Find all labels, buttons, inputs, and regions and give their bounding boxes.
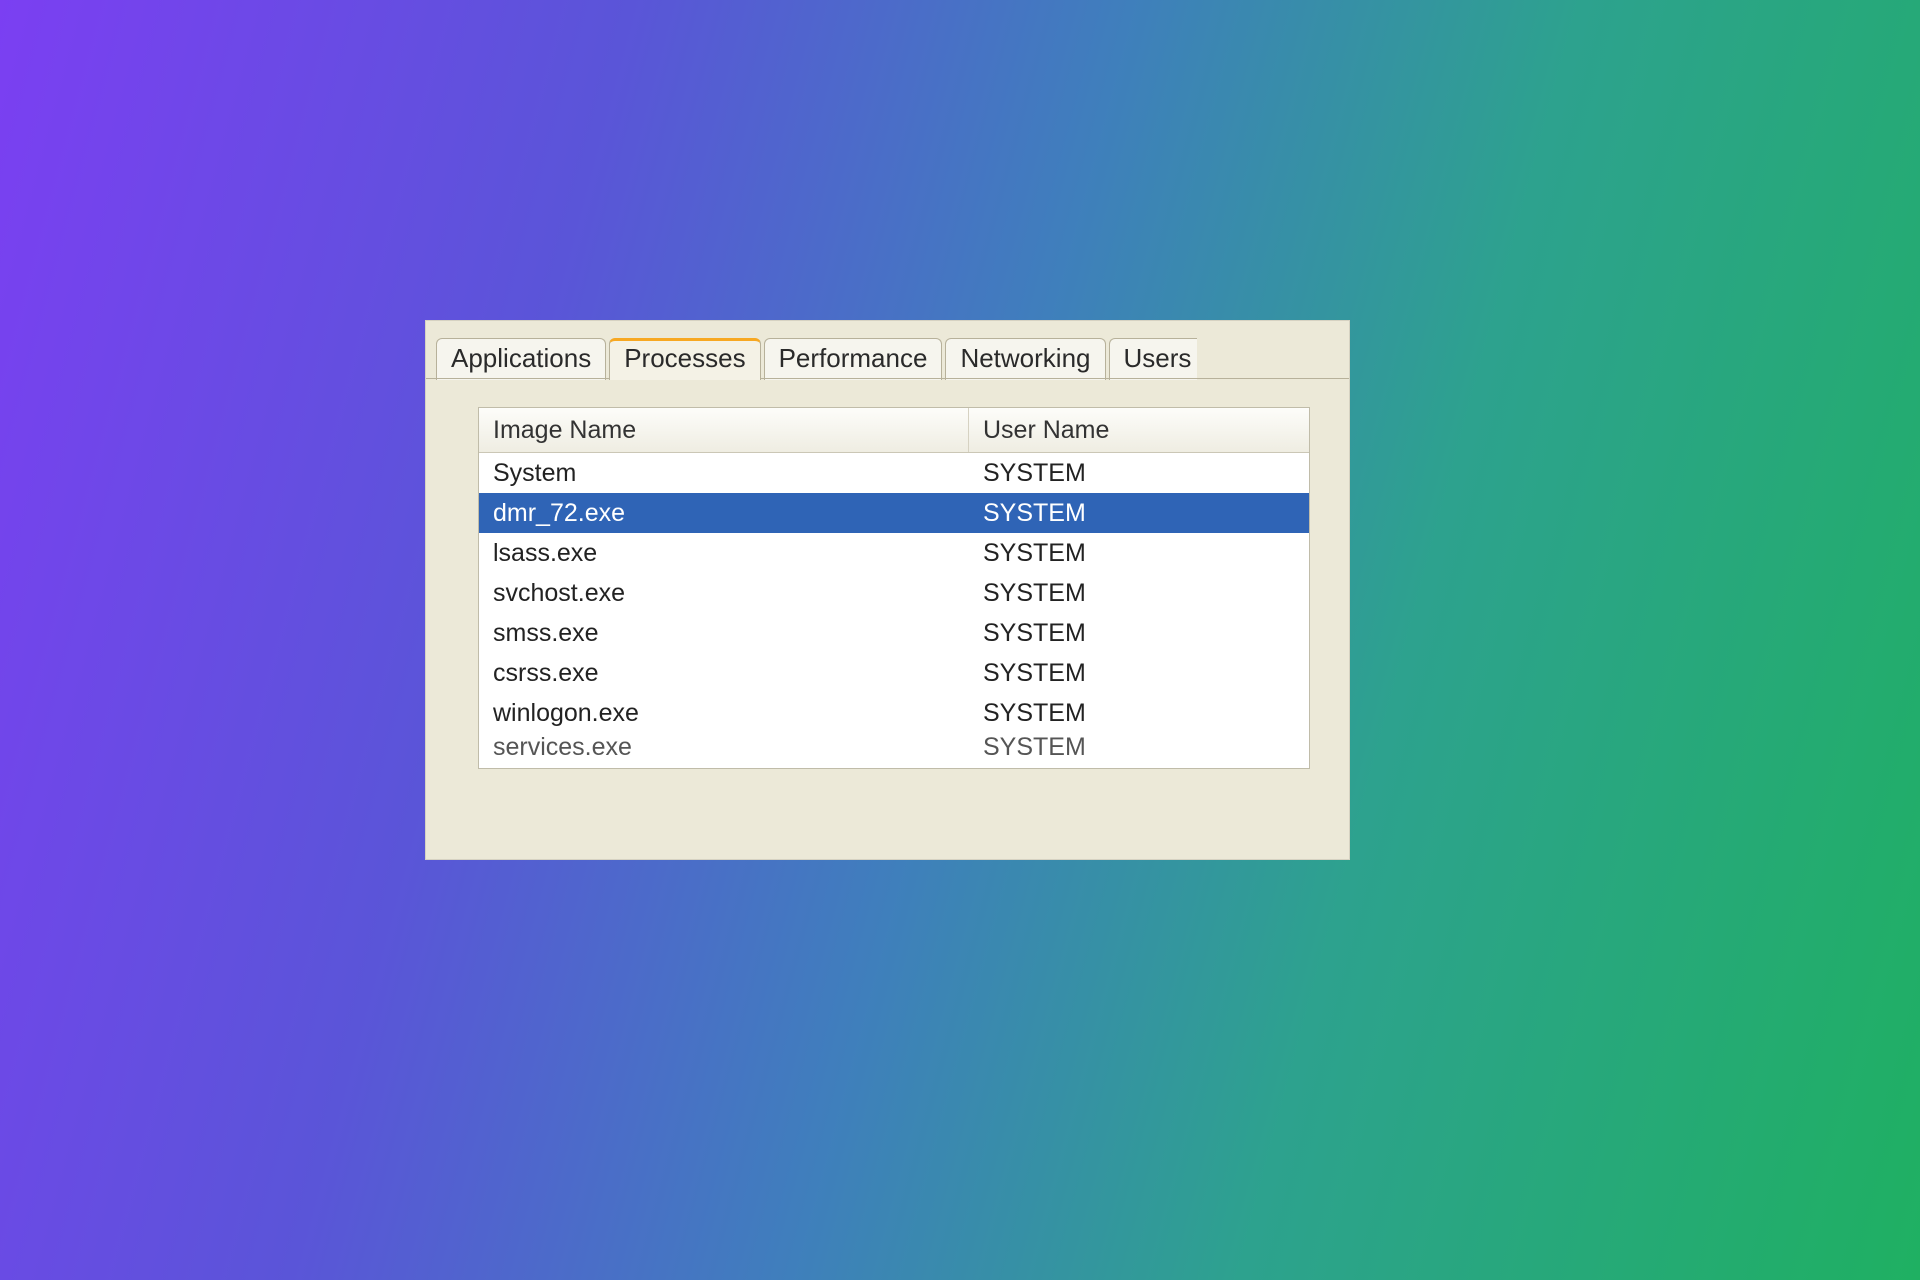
cell-image-name: services.exe bbox=[479, 733, 969, 755]
cell-user-name: SYSTEM bbox=[969, 619, 1304, 648]
cell-user-name: SYSTEM bbox=[969, 659, 1304, 688]
tab-strip: Applications Processes Performance Netwo… bbox=[426, 321, 1349, 379]
listview-rows: System SYSTEM dmr_72.exe SYSTEM lsass.ex… bbox=[479, 453, 1309, 755]
cell-user-name: SYSTEM bbox=[969, 499, 1304, 528]
table-row[interactable]: winlogon.exe SYSTEM bbox=[479, 693, 1309, 733]
tab-performance[interactable]: Performance bbox=[764, 338, 943, 380]
cell-image-name: winlogon.exe bbox=[479, 699, 969, 728]
cell-user-name: SYSTEM bbox=[969, 539, 1304, 568]
cell-image-name: smss.exe bbox=[479, 619, 969, 648]
table-row[interactable]: dmr_72.exe SYSTEM bbox=[479, 493, 1309, 533]
cell-user-name: SYSTEM bbox=[969, 733, 1304, 755]
table-row[interactable]: svchost.exe SYSTEM bbox=[479, 573, 1309, 613]
cell-image-name: lsass.exe bbox=[479, 539, 969, 568]
cell-image-name: svchost.exe bbox=[479, 579, 969, 608]
table-row[interactable]: System SYSTEM bbox=[479, 453, 1309, 493]
page-background: Applications Processes Performance Netwo… bbox=[0, 0, 1920, 1280]
table-row[interactable]: services.exe SYSTEM bbox=[479, 733, 1309, 755]
process-listview[interactable]: Image Name User Name System SYSTEM dmr_7… bbox=[478, 407, 1310, 769]
tab-processes[interactable]: Processes bbox=[609, 338, 760, 380]
listview-header: Image Name User Name bbox=[479, 408, 1309, 453]
cell-user-name: SYSTEM bbox=[969, 459, 1304, 488]
cell-user-name: SYSTEM bbox=[969, 579, 1304, 608]
task-manager-window: Applications Processes Performance Netwo… bbox=[425, 320, 1350, 860]
cell-image-name: csrss.exe bbox=[479, 659, 969, 688]
column-header-image-name[interactable]: Image Name bbox=[479, 408, 969, 452]
tab-users[interactable]: Users bbox=[1109, 338, 1198, 380]
table-row[interactable]: smss.exe SYSTEM bbox=[479, 613, 1309, 653]
tab-applications[interactable]: Applications bbox=[436, 338, 606, 380]
table-row[interactable]: csrss.exe SYSTEM bbox=[479, 653, 1309, 693]
cell-image-name: dmr_72.exe bbox=[479, 499, 969, 528]
tab-content-processes: Image Name User Name System SYSTEM dmr_7… bbox=[426, 378, 1349, 838]
tab-networking[interactable]: Networking bbox=[945, 338, 1105, 380]
cell-user-name: SYSTEM bbox=[969, 699, 1304, 728]
column-header-user-name[interactable]: User Name bbox=[969, 408, 1304, 452]
cell-image-name: System bbox=[479, 459, 969, 488]
table-row[interactable]: lsass.exe SYSTEM bbox=[479, 533, 1309, 573]
